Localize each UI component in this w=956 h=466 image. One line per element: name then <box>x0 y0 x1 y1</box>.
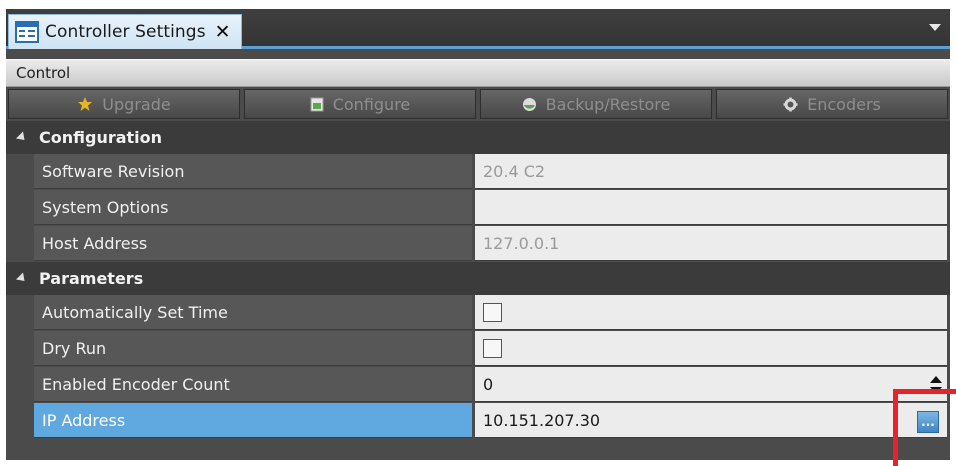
controller-settings-icon <box>15 21 39 43</box>
property-row-dry-run: Dry Run <box>6 331 950 367</box>
property-name[interactable]: Enabled Encoder Count <box>34 367 472 402</box>
tab-bar: Controller Settings ✕ <box>6 9 950 49</box>
encoders-button[interactable]: Encoders <box>716 89 948 119</box>
spinner-up-icon[interactable] <box>930 375 942 383</box>
upgrade-button[interactable]: Upgrade <box>8 89 240 119</box>
property-name[interactable]: System Options <box>34 190 472 225</box>
controller-settings-window: Controller Settings ✕ Control Upgrade Co… <box>6 9 950 460</box>
software-revision-value: 20.4 C2 <box>475 154 947 189</box>
configure-label: Configure <box>332 94 411 114</box>
control-section-header: Control <box>6 59 950 87</box>
group-configuration[interactable]: Configuration <box>6 121 950 154</box>
backup-restore-label: Backup/Restore <box>545 94 671 114</box>
ip-address-value: 10.151.207.30 <box>483 410 601 430</box>
group-parameters[interactable]: Parameters <box>6 262 950 295</box>
property-name[interactable]: Automatically Set Time <box>34 295 472 330</box>
property-row-software-revision: Software Revision 20.4 C2 <box>6 154 950 190</box>
property-row-automatically-set-time: Automatically Set Time <box>6 295 950 331</box>
spinner-down-icon[interactable] <box>930 386 942 394</box>
tab-controller-settings[interactable]: Controller Settings ✕ <box>8 14 242 49</box>
star-icon <box>77 96 93 112</box>
backup-restore-icon <box>522 97 537 112</box>
tab-title: Controller Settings <box>45 22 206 42</box>
property-name[interactable]: Host Address <box>34 226 472 261</box>
action-toolbar: Upgrade Configure Backup/Restore Encoder… <box>6 89 950 119</box>
group-label: Configuration <box>39 128 163 147</box>
upgrade-label: Upgrade <box>102 94 171 114</box>
ip-address-ellipsis-button[interactable]: ... <box>917 411 939 433</box>
tab-dropdown-icon[interactable] <box>929 24 941 31</box>
enabled-encoder-count-value: 0 <box>483 374 494 394</box>
configure-button[interactable]: Configure <box>244 89 476 119</box>
property-name[interactable]: IP Address <box>34 403 472 438</box>
property-name[interactable]: Dry Run <box>34 331 472 366</box>
group-label: Parameters <box>39 269 144 288</box>
dry-run-value <box>475 331 947 366</box>
host-address-value: 127.0.0.1 <box>475 226 947 261</box>
close-icon[interactable]: ✕ <box>215 22 231 42</box>
encoder-count-spinner[interactable] <box>929 367 943 402</box>
property-name[interactable]: Software Revision <box>34 154 472 189</box>
control-section-label: Control <box>16 64 71 82</box>
enabled-encoder-count-field[interactable]: 0 <box>475 367 947 402</box>
dry-run-checkbox[interactable] <box>483 338 502 358</box>
gear-icon <box>783 97 798 112</box>
collapse-triangle-icon[interactable] <box>15 272 29 285</box>
automatically-set-time-checkbox[interactable] <box>483 302 502 322</box>
system-options-value <box>475 190 947 225</box>
property-row-ip-address: IP Address 10.151.207.30 ... <box>6 403 950 439</box>
property-row-system-options: System Options <box>6 190 950 226</box>
collapse-triangle-icon[interactable] <box>15 131 29 144</box>
property-row-enabled-encoder-count: Enabled Encoder Count 0 <box>6 367 950 403</box>
property-row-host-address: Host Address 127.0.0.1 <box>6 226 950 262</box>
ip-address-field[interactable]: 10.151.207.30 ... <box>475 403 947 438</box>
encoders-label: Encoders <box>807 94 881 114</box>
automatically-set-time-value <box>475 295 947 330</box>
configure-icon <box>310 97 324 112</box>
property-grid: Configuration Software Revision 20.4 C2 … <box>6 121 950 439</box>
backup-restore-button[interactable]: Backup/Restore <box>480 89 712 119</box>
